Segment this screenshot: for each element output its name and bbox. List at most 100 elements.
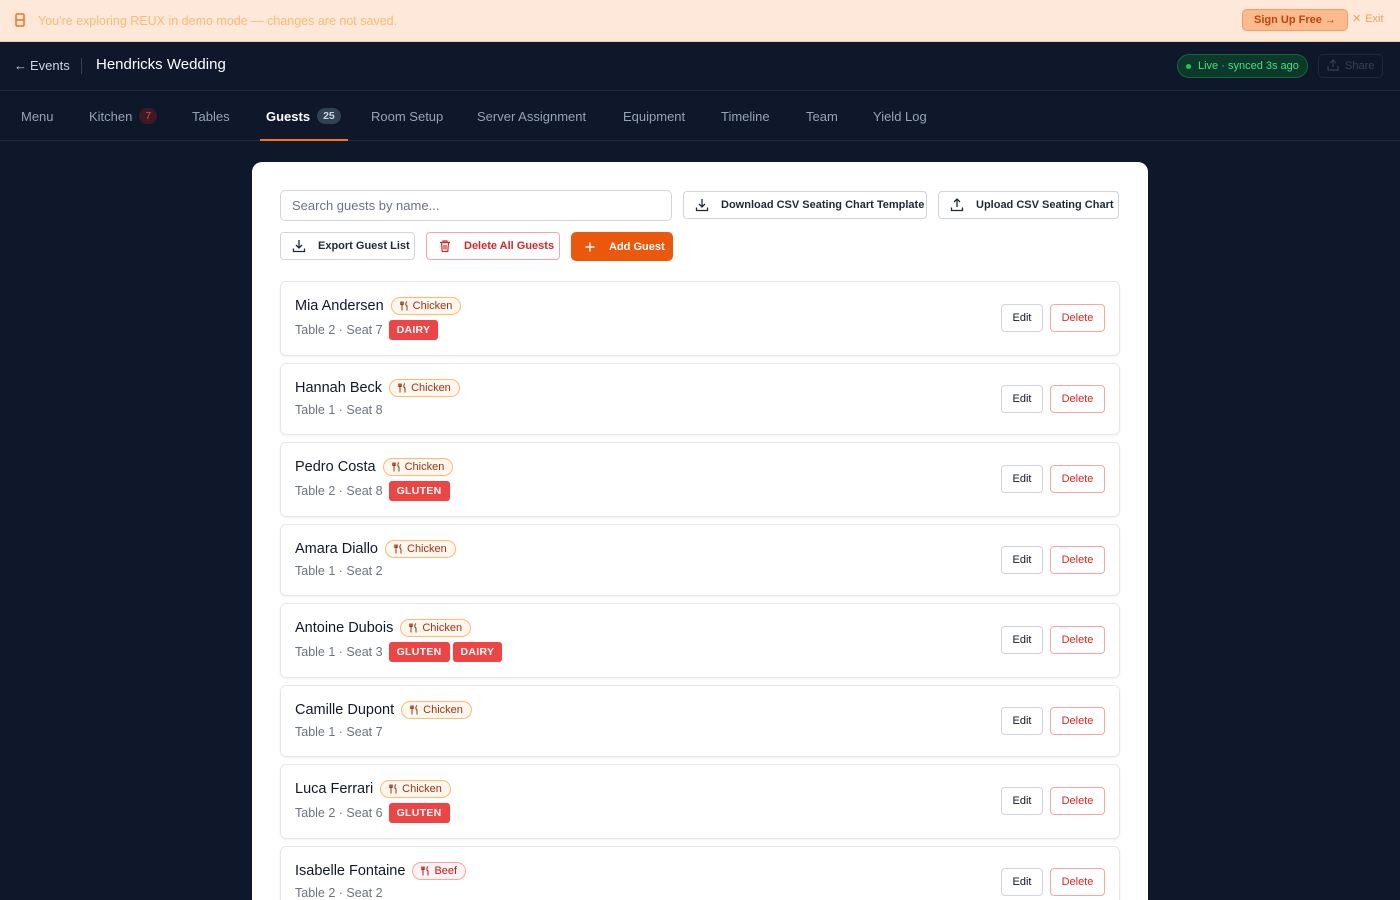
edit-guest-button[interactable]: Edit	[1001, 385, 1043, 413]
guest-row: Mia Andersen Chicken Table 2 · Seat 7 DA…	[280, 281, 1120, 356]
delete-all-guests-button[interactable]: Delete All Guests	[426, 232, 560, 260]
guest-name-line: Amara Diallo Chicken	[295, 540, 456, 558]
add-guest-button[interactable]: Add Guest	[571, 232, 673, 261]
upload-csv-button[interactable]: Upload CSV Seating Chart	[938, 191, 1119, 219]
tab-room-setup[interactable]: Room Setup	[371, 91, 443, 141]
back-to-events-link[interactable]: ← Events	[14, 58, 70, 73]
button-label: Delete All Guests	[464, 240, 555, 252]
tab-label: Yield Log	[873, 108, 927, 124]
tab-label: Kitchen	[89, 108, 133, 124]
guest-name-line: Antoine Dubois Chicken	[295, 619, 472, 637]
meal-badge: Chicken	[385, 540, 456, 558]
meal-badge: Beef	[412, 862, 467, 880]
tab-team[interactable]: Team	[806, 91, 838, 141]
guest-name: Camille Dupont	[295, 702, 395, 718]
guest-name-line: Pedro Costa Chicken	[295, 458, 454, 476]
tab-server-assignment[interactable]: Server Assignment	[477, 91, 586, 141]
warning-icon	[14, 12, 28, 29]
upload-icon	[950, 198, 964, 212]
live-sync-badge: Live · synced 3s ago	[1177, 54, 1308, 78]
seat-info: Table 2 · Seat 6	[295, 806, 383, 820]
edit-guest-button[interactable]: Edit	[1001, 707, 1043, 735]
seat-info: Table 1 · Seat 3	[295, 645, 383, 659]
meal-label: Chicken	[412, 300, 453, 312]
delete-guest-button[interactable]: Delete	[1050, 465, 1105, 493]
seat-line: Table 1 · Seat 8	[295, 403, 383, 417]
arrow-left-icon: ←	[14, 58, 27, 73]
seat-info: Table 1 · Seat 2	[295, 564, 383, 578]
delete-guest-button[interactable]: Delete	[1050, 546, 1105, 574]
guest-row: Isabelle Fontaine Beef Table 2 · Seat 2 …	[280, 846, 1120, 900]
utensils-icon	[399, 301, 410, 311]
seat-line: Table 2 · Seat 8 GLUTEN	[295, 481, 450, 501]
button-label: Export Guest List	[318, 240, 410, 252]
guest-name: Amara Diallo	[295, 541, 378, 557]
button-label: Upload CSV Seating Chart	[976, 199, 1114, 211]
tab-label: Timeline	[721, 108, 770, 124]
export-guest-list-button[interactable]: Export Guest List	[280, 232, 415, 260]
meal-label: Chicken	[407, 543, 447, 555]
allergen-badge: GLUTEN	[388, 481, 450, 501]
download-csv-template-button[interactable]: Download CSV Seating Chart Template	[683, 191, 927, 219]
tab-count-badge: 25	[317, 107, 341, 125]
tab-yield-log[interactable]: Yield Log	[873, 91, 927, 141]
guest-name: Pedro Costa	[295, 459, 376, 475]
event-title: Hendricks Wedding	[96, 56, 226, 73]
delete-guest-button[interactable]: Delete	[1050, 787, 1105, 815]
exit-demo-button[interactable]: ✕ Exit	[1352, 12, 1384, 26]
meal-badge: Chicken	[380, 780, 451, 798]
guest-name: Mia Andersen	[295, 298, 384, 314]
allergen-badge: GLUTEN	[388, 803, 450, 823]
allergen-badge: DAIRY	[452, 642, 503, 662]
button-label: Add Guest	[609, 240, 665, 253]
share-button[interactable]: Share	[1318, 54, 1384, 78]
tab-label: Menu	[21, 108, 54, 124]
guest-search-input[interactable]	[280, 190, 672, 221]
delete-guest-button[interactable]: Delete	[1050, 304, 1105, 332]
utensils-icon	[421, 866, 431, 876]
utensils-icon	[394, 544, 404, 554]
utensils-icon	[389, 784, 399, 794]
edit-guest-button[interactable]: Edit	[1001, 787, 1043, 815]
edit-guest-button[interactable]: Edit	[1001, 626, 1043, 654]
meal-label: Chicken	[422, 622, 463, 634]
header-divider	[81, 58, 82, 74]
tab-tables[interactable]: Tables	[192, 91, 230, 141]
delete-guest-button[interactable]: Delete	[1050, 868, 1105, 896]
seat-info: Table 2 · Seat 7	[295, 323, 383, 337]
tab-kitchen[interactable]: Kitchen 7	[89, 91, 158, 141]
tab-equipment[interactable]: Equipment	[623, 91, 685, 141]
tab-label: Tables	[192, 108, 230, 124]
guest-name-line: Hannah Beck Chicken	[295, 379, 460, 397]
guest-name: Antoine Dubois	[295, 620, 394, 636]
tab-timeline[interactable]: Timeline	[721, 91, 770, 141]
tab-label: Team	[806, 108, 838, 124]
exit-label: Exit	[1365, 12, 1384, 25]
guests-panel: Download CSV Seating Chart Template Uplo…	[252, 162, 1148, 900]
guest-name: Hannah Beck	[295, 380, 383, 396]
utensils-icon	[409, 623, 419, 633]
allergen-badge: GLUTEN	[388, 642, 450, 662]
event-header: ← Events Hendricks Wedding Live · synced…	[0, 42, 1400, 91]
tab-guests[interactable]: Guests 25	[260, 91, 348, 141]
tab-menu[interactable]: Menu	[21, 91, 54, 141]
meal-badge: Chicken	[382, 458, 454, 476]
edit-guest-button[interactable]: Edit	[1001, 304, 1043, 332]
tab-label: Guests	[266, 108, 311, 124]
meal-badge: Chicken	[389, 379, 460, 397]
delete-guest-button[interactable]: Delete	[1050, 626, 1105, 654]
demo-banner: You're exploring REUX in demo mode — cha…	[0, 0, 1400, 42]
button-label: Download CSV Seating Chart Template	[721, 199, 925, 211]
edit-guest-button[interactable]: Edit	[1001, 465, 1043, 493]
delete-guest-button[interactable]: Delete	[1050, 707, 1105, 735]
tab-label: Equipment	[623, 108, 686, 124]
edit-guest-button[interactable]: Edit	[1001, 546, 1043, 574]
guest-name-line: Luca Ferrari Chicken	[295, 780, 451, 798]
edit-guest-button[interactable]: Edit	[1001, 868, 1043, 896]
share-icon	[1327, 58, 1339, 74]
guest-row: Amara Diallo Chicken Table 1 · Seat 2 Ed…	[280, 524, 1120, 596]
meal-badge: Chicken	[390, 297, 462, 315]
sign-up-button[interactable]: Sign Up Free →	[1242, 9, 1348, 31]
delete-guest-button[interactable]: Delete	[1050, 385, 1105, 413]
utensils-icon	[391, 462, 402, 472]
